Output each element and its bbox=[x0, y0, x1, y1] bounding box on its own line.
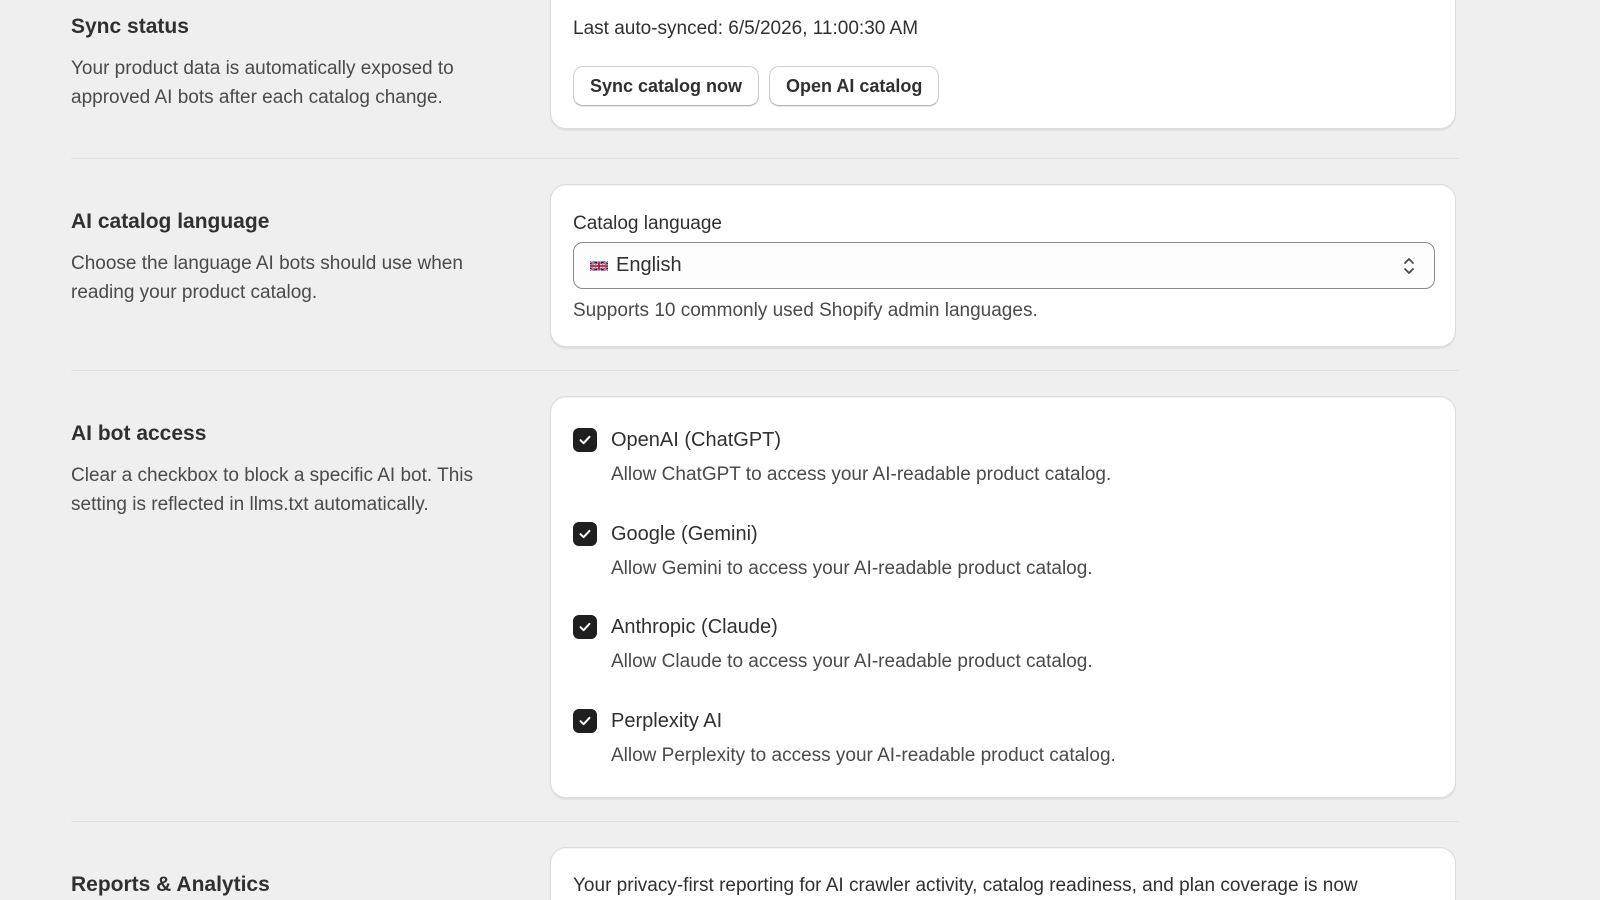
last-synced-text: Last auto-synced: 6/5/2026, 11:00:30 AM bbox=[573, 18, 919, 39]
sync-status-description: Your product data is automatically expos… bbox=[71, 58, 454, 108]
settings-page: Sync status Your product data is automat… bbox=[0, 0, 1600, 900]
openai-checkbox[interactable] bbox=[573, 428, 597, 452]
catalog-language-select[interactable]: English bbox=[573, 242, 1435, 289]
anthropic-label: Anthropic (Claude) bbox=[611, 616, 778, 638]
sync-status-title: Sync status bbox=[71, 15, 189, 38]
google-checkbox[interactable] bbox=[573, 522, 597, 546]
reports-info: Reports & Analytics bbox=[71, 872, 511, 900]
open-ai-catalog-button[interactable]: Open AI catalog bbox=[769, 66, 940, 106]
catalog-language-value: English bbox=[616, 254, 682, 276]
anthropic-help: Allow Claude to access your AI-readable … bbox=[611, 651, 1093, 672]
catalog-language-card: Catalog language English Supports 10 com… bbox=[550, 184, 1456, 347]
sync-status-info: Sync status Your product data is automat… bbox=[71, 14, 511, 112]
section-divider bbox=[71, 370, 1459, 371]
reports-card: Your privacy-first reporting for AI craw… bbox=[550, 847, 1456, 900]
checkmark-icon bbox=[579, 529, 591, 539]
bot-access-description: Clear a checkbox to block a specific AI … bbox=[71, 465, 474, 515]
section-divider bbox=[71, 158, 1459, 159]
bot-access-title: AI bot access bbox=[71, 422, 207, 445]
catalog-language-info: AI catalog language Choose the language … bbox=[71, 209, 511, 307]
reports-title: Reports & Analytics bbox=[71, 873, 270, 896]
catalog-language-label: Catalog language bbox=[573, 213, 722, 234]
bot-access-info: AI bot access Clear a checkbox to block … bbox=[71, 421, 511, 519]
checkmark-icon bbox=[579, 435, 591, 445]
catalog-language-title: AI catalog language bbox=[71, 210, 270, 233]
perplexity-checkbox[interactable] bbox=[573, 709, 597, 733]
sync-actions: Sync catalog now Open AI catalog bbox=[573, 66, 949, 106]
reports-text: Your privacy-first reporting for AI craw… bbox=[573, 875, 1358, 896]
google-help: Allow Gemini to access your AI-readable … bbox=[611, 558, 1093, 579]
google-label: Google (Gemini) bbox=[611, 523, 758, 545]
openai-label: OpenAI (ChatGPT) bbox=[611, 429, 782, 451]
perplexity-label: Perplexity AI bbox=[611, 710, 723, 732]
openai-help: Allow ChatGPT to access your AI-readable… bbox=[611, 464, 1112, 485]
bot-access-card: OpenAI (ChatGPT) Allow ChatGPT to access… bbox=[550, 396, 1456, 798]
uk-flag-icon bbox=[590, 260, 608, 271]
section-divider bbox=[71, 821, 1459, 822]
checkmark-icon bbox=[579, 622, 591, 632]
perplexity-help: Allow Perplexity to access your AI-reada… bbox=[611, 745, 1116, 766]
checkmark-icon bbox=[579, 716, 591, 726]
sync-catalog-button[interactable]: Sync catalog now bbox=[573, 66, 760, 106]
sync-status-card: Last auto-synced: 6/5/2026, 11:00:30 AM … bbox=[550, 0, 1456, 129]
catalog-language-description: Choose the language AI bots should use w… bbox=[71, 253, 463, 303]
select-chevron-icon bbox=[1404, 258, 1414, 274]
anthropic-checkbox[interactable] bbox=[573, 615, 597, 639]
catalog-language-help: Supports 10 commonly used Shopify admin … bbox=[573, 300, 1038, 321]
